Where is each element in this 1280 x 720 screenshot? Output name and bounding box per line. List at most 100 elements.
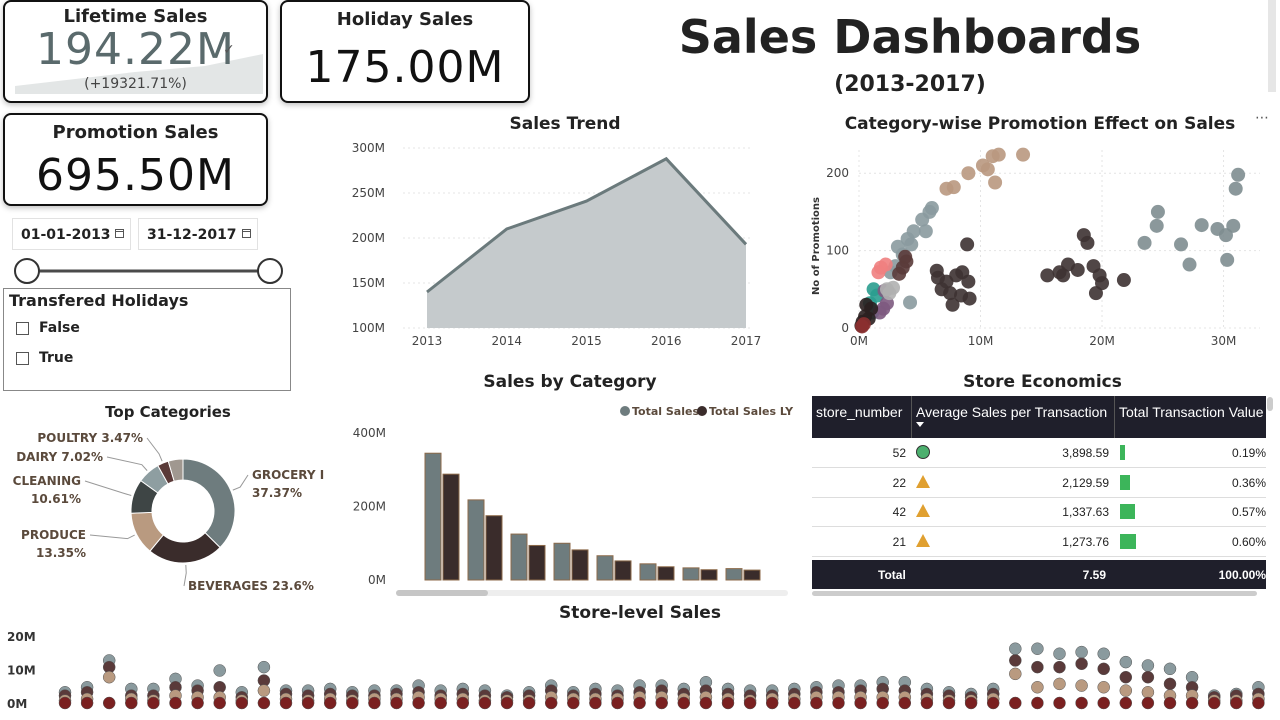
store-point [125, 696, 138, 710]
status-circle-icon [916, 445, 930, 459]
legend-label-total-sales-ly: Total Sales LY [709, 405, 794, 418]
table-row[interactable]: 21 1,273.76 0.60% [812, 527, 1266, 557]
scatter-point [960, 237, 975, 252]
y-tick-label: 100 [826, 244, 849, 258]
table-row[interactable]: 42 1,337.63 0.57% [812, 497, 1266, 527]
store-point [390, 696, 403, 710]
bar-total-sales-ly [442, 473, 460, 581]
checkbox[interactable] [16, 321, 29, 335]
store-point [257, 696, 271, 710]
sort-desc-icon[interactable] [916, 422, 924, 427]
store-point [788, 696, 801, 710]
column-header-avg[interactable]: Average Sales per Transaction [916, 404, 1107, 420]
calendar-icon[interactable] [242, 229, 251, 238]
store-point [1097, 662, 1110, 676]
store-point [257, 684, 271, 697]
x-tick-label: 2013 [412, 334, 443, 348]
more-options-icon[interactable]: ⋯ [1255, 110, 1269, 126]
holiday-option-false[interactable]: False [16, 320, 80, 336]
bar-total-sales [725, 568, 743, 581]
store-point [1230, 696, 1243, 710]
store-point [810, 696, 823, 710]
x-tick-label: 20M [1089, 334, 1115, 348]
table-vertical-scrollbar[interactable] [1267, 397, 1273, 411]
data-bar [1120, 445, 1125, 460]
scatter-point [924, 201, 939, 216]
store-point [1009, 654, 1022, 667]
holiday-sales-value: 175.00M [305, 42, 505, 93]
store-point [80, 696, 94, 710]
promo-effect-title: Category-wise Promotion Effect on Sales [844, 114, 1236, 134]
leader-line [183, 564, 187, 587]
start-date-value: 01-01-2013 [21, 227, 111, 243]
store-point [1163, 662, 1177, 676]
store-point [1053, 647, 1066, 660]
data-bar [1120, 474, 1130, 490]
donut-label: POULTRY 3.47% [37, 431, 143, 445]
column-header-store[interactable]: store_number [816, 404, 902, 420]
store-point [1097, 681, 1110, 694]
transaction-pct: 0.19% [1231, 446, 1266, 460]
y-tick-label: 300M [352, 141, 385, 155]
y-tick-label: 20M [7, 630, 36, 644]
store-point [1119, 696, 1133, 710]
store-point [699, 696, 713, 710]
store-point [721, 696, 735, 710]
scatter-point [903, 295, 918, 310]
start-date-input[interactable]: 01-01-2013 [12, 218, 131, 250]
donut-value: 10.61% [31, 492, 81, 506]
sales-by-category-title: Sales by Category [483, 372, 657, 392]
store-point [235, 696, 249, 710]
warning-triangle-icon [916, 504, 930, 517]
scatter-point [1056, 268, 1071, 283]
checkbox[interactable] [16, 351, 29, 365]
date-range-slider[interactable] [10, 256, 290, 288]
store-point [611, 696, 624, 710]
leader-line [84, 480, 132, 497]
table-row[interactable]: 52 3,898.59 0.19% [812, 438, 1266, 468]
store-point [1053, 696, 1066, 710]
bar-total-sales [639, 563, 657, 581]
store-point [102, 670, 116, 684]
scatter-point [1080, 235, 1095, 250]
calendar-icon[interactable] [115, 229, 124, 238]
top-categories-donut: GROCERY I 37.37% BEVERAGES 23.6% PRODUCE 13.… [13, 431, 325, 593]
scatter-point [1088, 286, 1103, 301]
scatter-point [906, 224, 921, 239]
x-tick-label: 30M [1211, 334, 1237, 348]
holiday-option-true[interactable]: True [16, 350, 73, 366]
lifetime-sales-change: (+19321.71%) [84, 76, 187, 92]
store-point [213, 664, 226, 677]
slider-start-handle[interactable] [14, 258, 40, 284]
store-economics-title: Store Economics [963, 372, 1122, 392]
scatter-point [1116, 273, 1131, 288]
store-point [1031, 681, 1044, 694]
scatter-point [945, 297, 960, 312]
store-point [854, 696, 867, 710]
leader-line [232, 474, 249, 491]
store-point [1075, 679, 1088, 692]
avg-sales: 2,129.59 [1062, 475, 1109, 490]
promotion-sales-label: Promotion Sales [52, 122, 219, 143]
holiday-slicer-title: Transfered Holidays [9, 291, 189, 310]
end-date-input[interactable]: 31-12-2017 [138, 218, 258, 250]
total-pct: 100.00% [1218, 568, 1266, 582]
column-header-total[interactable]: Total Transaction Value [1119, 404, 1266, 420]
bar-total-sales [553, 542, 571, 581]
table-horizontal-scrollbar[interactable] [812, 591, 1257, 596]
store-point [898, 696, 912, 710]
slider-end-handle[interactable] [257, 258, 283, 284]
scatter-point [886, 280, 901, 295]
store-point [1031, 642, 1044, 655]
scatter-point [859, 297, 874, 312]
bar-total-sales-ly [614, 560, 632, 581]
scrollbar[interactable] [1268, 0, 1276, 92]
bar-total-sales [596, 555, 614, 581]
store-point [346, 696, 359, 710]
table-row[interactable]: 22 2,129.59 0.36% [812, 468, 1266, 498]
store-point [147, 696, 160, 710]
bar-total-sales-ly [571, 549, 589, 581]
store-point [191, 696, 204, 710]
store-point [213, 696, 226, 710]
warning-triangle-icon [916, 474, 930, 488]
